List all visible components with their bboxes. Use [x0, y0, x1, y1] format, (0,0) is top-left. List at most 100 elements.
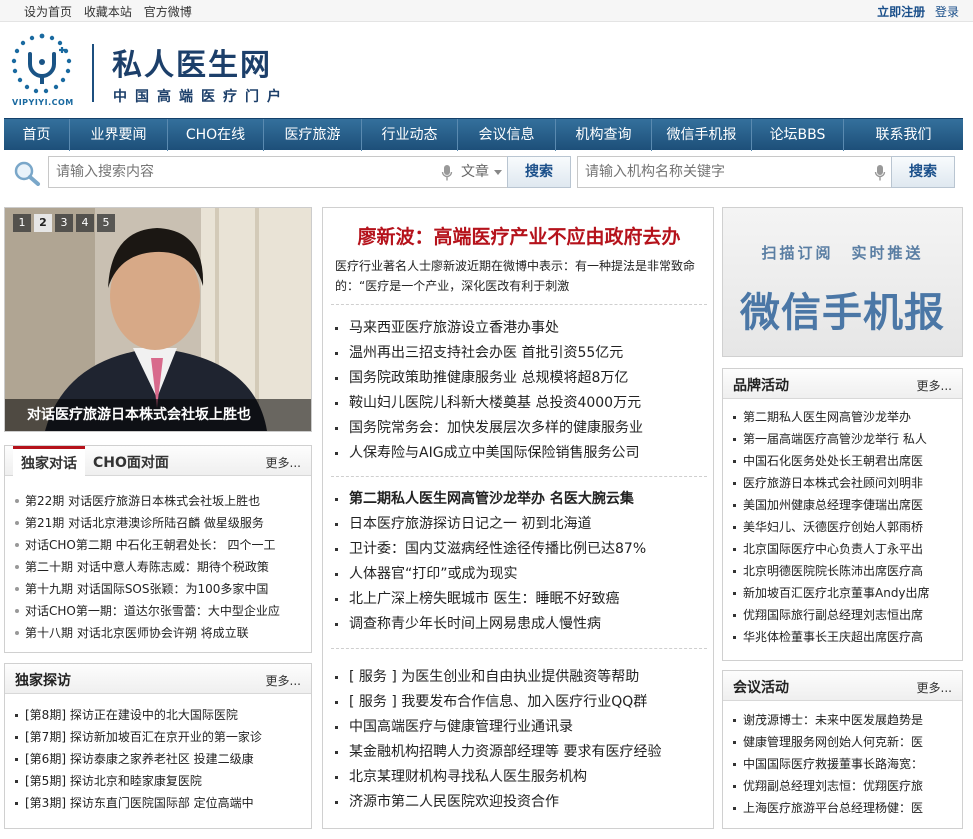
org-search-box	[577, 156, 893, 188]
nav-item-industry-news[interactable]: 业界要闻	[70, 119, 168, 151]
featured-slider[interactable]: 1 2 3 4 5 对话医疗旅游日本株式会社坂上胜也	[4, 207, 312, 432]
slide-dot-3[interactable]: 3	[55, 214, 73, 232]
nav-item-medical-tourism[interactable]: 医疗旅游	[264, 119, 362, 151]
panel-header: 品牌活动 更多...	[723, 369, 962, 399]
slide-dot-5[interactable]: 5	[97, 214, 115, 232]
nav-item-contact[interactable]: 联系我们	[844, 119, 963, 151]
more-link[interactable]: 更多...	[266, 672, 301, 689]
org-search-button[interactable]: 搜索	[891, 156, 955, 188]
login-link[interactable]: 登录	[935, 5, 959, 19]
nav-item-meetings[interactable]: 会议信息	[458, 119, 556, 151]
nav-item-industry-trends[interactable]: 行业动态	[362, 119, 458, 151]
chevron-down-icon	[494, 170, 502, 175]
news-item[interactable]: 人体器官“打印”或成为现实	[331, 562, 707, 587]
news-item[interactable]: [ 服务 ] 我要发布合作信息、加入医疗行业QQ群	[331, 690, 707, 715]
news-item[interactable]: 马来西亚医疗旅游设立香港办事处	[331, 316, 707, 341]
tab-exclusive-dialog[interactable]: 独家对话	[13, 446, 85, 477]
news-list-2: 第二期私人医生网高管沙龙举办 名医大腕云集 日本医疗旅游探访日记之一 初到北海道…	[331, 487, 707, 637]
site-title[interactable]: 私人医生网	[112, 40, 272, 84]
news-item[interactable]: [ 服务 ] 为医生创业和自由执业提供融资等帮助	[331, 665, 707, 690]
register-link[interactable]: 立即注册	[877, 5, 925, 19]
microphone-icon[interactable]	[874, 164, 886, 182]
top-bar: 设为首页 收藏本站 官方微博 立即注册 登录	[0, 0, 973, 22]
news-item[interactable]: 国务院政策助推健康服务业 总规模将超8万亿	[331, 366, 707, 391]
list-item[interactable]: 第21期 对话北京港澳诊所陆召麟 做星级服务	[13, 512, 311, 534]
list-item[interactable]: 优翔国际旅行副总经理刘志恒出席	[731, 604, 962, 626]
list-item[interactable]: 第二期私人医生网高管沙龙举办	[731, 406, 962, 428]
news-item[interactable]: 人保寿险与AIG成立中美国际保险销售服务公司	[331, 441, 707, 466]
list-item[interactable]: [第6期] 探访泰康之家养老社区 投建二级康	[13, 748, 311, 770]
list-item[interactable]: 第十八期 对话北京医师协会许朔 将成立联	[13, 622, 311, 644]
logo-url: VIPYIYI.COM	[12, 98, 74, 107]
headline[interactable]: 廖新波：高端医疗产业不应由政府去办	[331, 222, 707, 249]
search-button[interactable]: 搜索	[507, 156, 571, 188]
nav-item-cho-online[interactable]: CHO在线	[168, 119, 264, 151]
list-item[interactable]: 第一届高端医疗高管沙龙举行 私人	[731, 428, 962, 450]
more-link[interactable]: 更多...	[917, 679, 952, 696]
list-item[interactable]: 美华妇儿、沃德医疗创始人郭雨桥	[731, 516, 962, 538]
wechat-banner[interactable]: 扫描订阅 实时推送 微信手机报	[722, 207, 963, 357]
slide-caption[interactable]: 对话医疗旅游日本株式会社坂上胜也	[5, 399, 311, 431]
slide-dot-2[interactable]: 2	[34, 214, 52, 232]
list-item[interactable]: 中国国际医疗救援董事长路海宽：	[731, 753, 962, 775]
list-item[interactable]: 上海医疗旅游平台总经理杨健：医	[731, 797, 962, 819]
nav-item-institutions[interactable]: 机构查询	[556, 119, 652, 151]
bookmark-link[interactable]: 收藏本站	[84, 5, 132, 19]
list-item[interactable]: 对话CHO第二期 中石化王朝君处长： 四个一工	[13, 534, 311, 556]
news-item[interactable]: 北上广深上榜失眠城市 医生：睡眠不好致癌	[331, 587, 707, 612]
set-homepage-link[interactable]: 设为首页	[24, 5, 72, 19]
list-item[interactable]: [第8期] 探访正在建设中的北大国际医院	[13, 704, 311, 726]
category-select-value: 文章	[461, 164, 489, 180]
news-item[interactable]: 温州再出三招支持社会办医 首批引资55亿元	[331, 341, 707, 366]
list-item[interactable]: [第5期] 探访北京和睦家康复医院	[13, 770, 311, 792]
nav-item-forum[interactable]: 论坛BBS	[752, 119, 844, 151]
panel-header: 独家对话 CHO面对面 更多...	[5, 446, 311, 477]
category-select[interactable]: 文章	[457, 156, 509, 188]
list-item[interactable]: 美国加州健康总经理李倢瑞出席医	[731, 494, 962, 516]
news-item[interactable]: 国务院常务会：加快发展层次多样的健康服务业	[331, 416, 707, 441]
news-item[interactable]: 北京某理财机构寻找私人医生服务机构	[331, 765, 707, 790]
news-item[interactable]: 济源市第二人民医院欢迎投资合作	[331, 790, 707, 815]
list-item[interactable]: 健康管理服务网创始人何克新：医	[731, 731, 962, 753]
slide-dot-4[interactable]: 4	[76, 214, 94, 232]
brand-list: 第二期私人医生网高管沙龙举办 第一届高端医疗高管沙龙举行 私人 中国石化医务处处…	[723, 399, 962, 648]
list-item[interactable]: 第二十期 对话中意人寿陈志威：期待个税政策	[13, 556, 311, 578]
org-search-input[interactable]	[578, 157, 868, 187]
news-item[interactable]: 中国高端医疗与健康管理行业通讯录	[331, 715, 707, 740]
list-item[interactable]: 谢茂源博士：未来中医发展趋势是	[731, 709, 962, 731]
list-item[interactable]: 北京国际医疗中心负责人丁永平出	[731, 538, 962, 560]
slide-dot-1[interactable]: 1	[13, 214, 31, 232]
news-item[interactable]: 调查称青少年长时间上网易患成人慢性病	[331, 612, 707, 637]
search-input[interactable]	[49, 157, 429, 187]
list-item[interactable]: 优翔副总经理刘志恒：优翔医疗旅	[731, 775, 962, 797]
news-item[interactable]: 第二期私人医生网高管沙龙举办 名医大腕云集	[331, 487, 707, 512]
news-item[interactable]: 日本医疗旅游探访日记之一 初到北海道	[331, 512, 707, 537]
list-item[interactable]: [第3期] 探访东直门医院国际部 定位高端中	[13, 792, 311, 814]
news-item[interactable]: 某金融机构招聘人力资源部经理等 要求有医疗经验	[331, 740, 707, 765]
meeting-activities-panel: 会议活动 更多... 谢茂源博士：未来中医发展趋势是 健康管理服务网创始人何克新…	[722, 670, 963, 829]
panel-title: 会议活动	[733, 680, 789, 696]
stethoscope-logo-icon[interactable]	[10, 32, 74, 96]
more-link[interactable]: 更多...	[266, 454, 301, 471]
slide-pager: 1 2 3 4 5	[13, 214, 118, 232]
microphone-icon[interactable]	[441, 164, 453, 182]
news-item[interactable]: 卫计委：国内艾滋病经性途径传播比例已达87%	[331, 537, 707, 562]
list-item[interactable]: 新加坡百汇医疗北京董事Andy出席	[731, 582, 962, 604]
news-item[interactable]: 鞍山妇儿医院儿科新大楼奠基 总投资4000万元	[331, 391, 707, 416]
news-list-1: 马来西亚医疗旅游设立香港办事处 温州再出三招支持社会办医 首批引资55亿元 国务…	[331, 316, 707, 466]
more-link[interactable]: 更多...	[917, 377, 952, 394]
list-item[interactable]: 医疗旅游日本株式会社顾问刘明非	[731, 472, 962, 494]
list-item[interactable]: 第十九期 对话国际SOS张颖：为100多家中国	[13, 578, 311, 600]
wechat-title: 微信手机报	[740, 290, 945, 336]
list-item[interactable]: [第7期] 探访新加坡百汇在京开业的第一家诊	[13, 726, 311, 748]
list-item[interactable]: 北京明德医院院长陈沛出席医疗高	[731, 560, 962, 582]
list-item[interactable]: 华兆体检董事长王庆超出席医疗高	[731, 626, 962, 648]
nav-item-home[interactable]: 首页	[4, 119, 70, 151]
meeting-list: 谢茂源博士：未来中医发展趋势是 健康管理服务网创始人何克新：医 中国国际医疗救援…	[723, 701, 962, 819]
list-item[interactable]: 对话CHO第一期：道达尔张雪蕾：大中型企业应	[13, 600, 311, 622]
list-item[interactable]: 第22期 对话医疗旅游日本株式会社坂上胜也	[13, 490, 311, 512]
nav-item-wechat-news[interactable]: 微信手机报	[652, 119, 752, 151]
list-item[interactable]: 中国石化医务处处长王朝君出席医	[731, 450, 962, 472]
tab-cho-face-to-face[interactable]: CHO面对面	[85, 446, 177, 476]
official-weibo-link[interactable]: 官方微博	[144, 5, 192, 19]
